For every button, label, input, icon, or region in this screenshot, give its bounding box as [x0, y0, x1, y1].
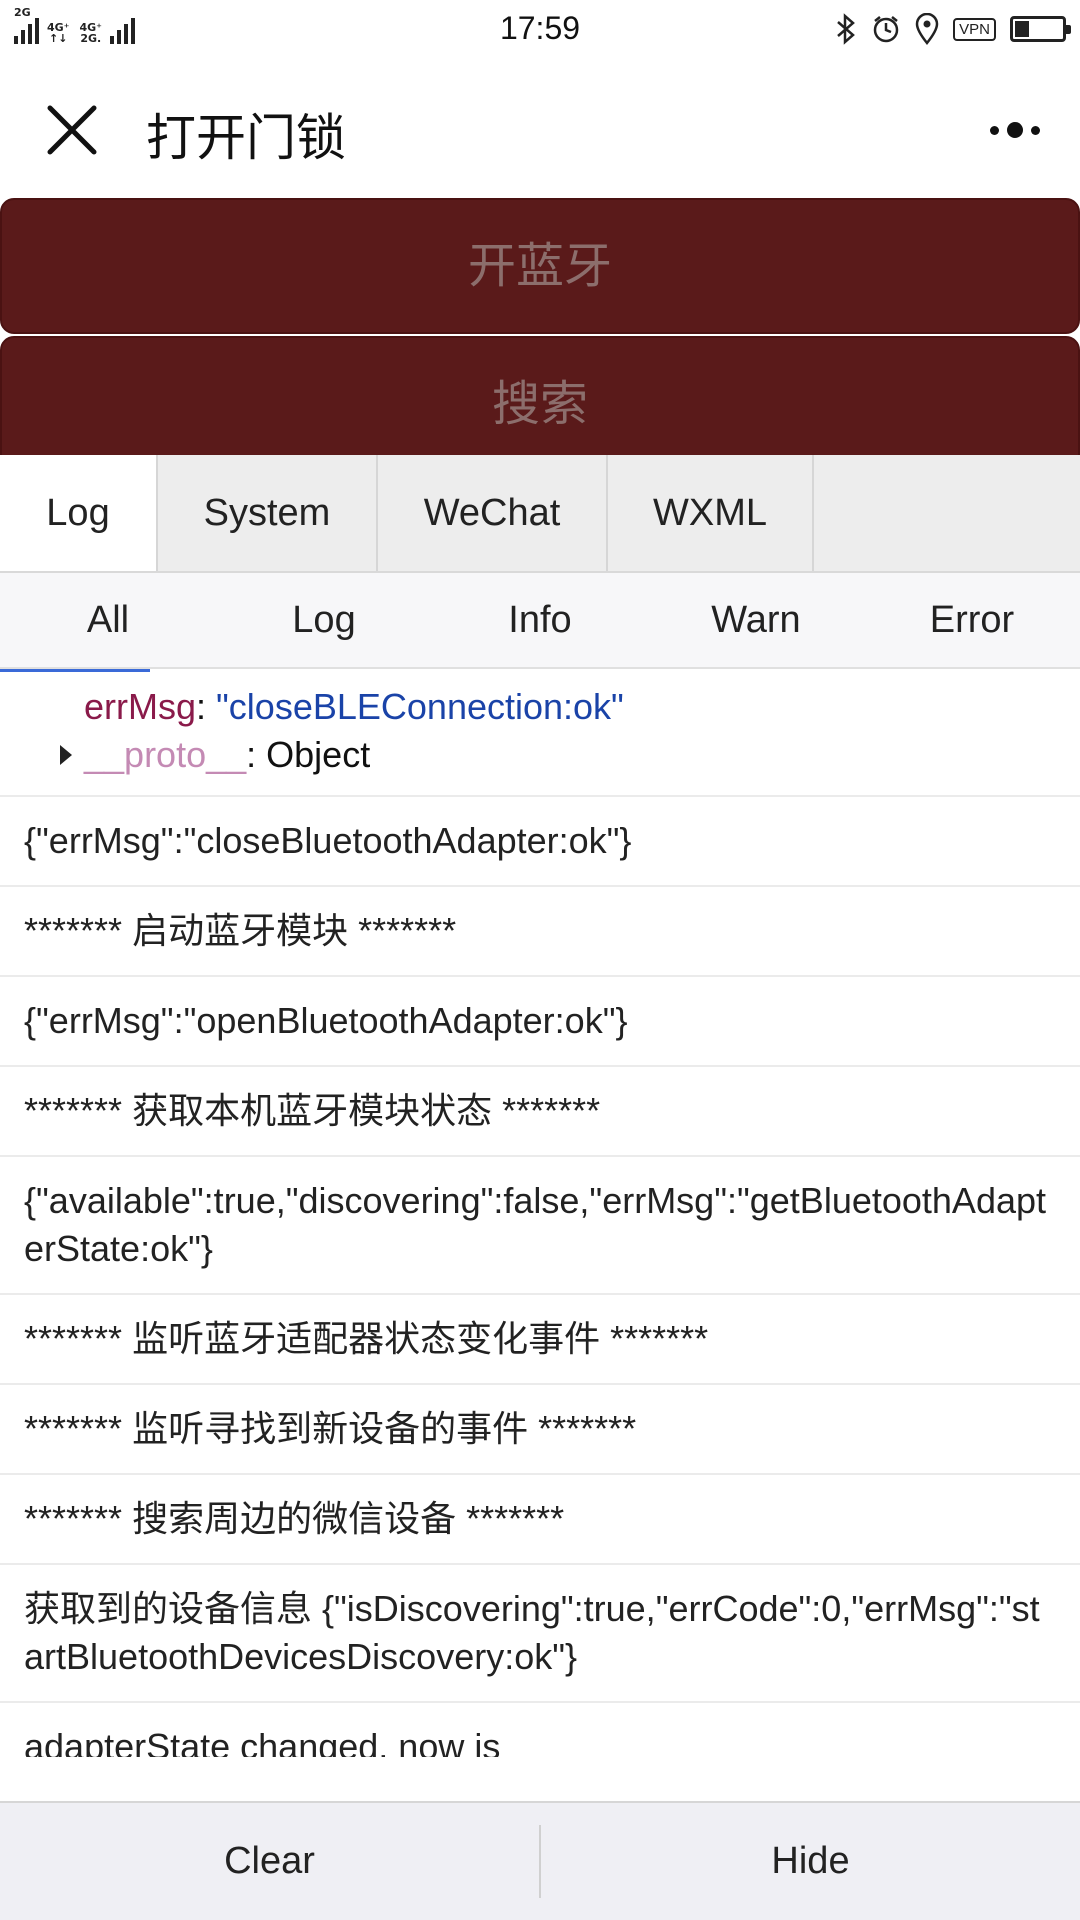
filter-info[interactable]: Info [432, 573, 648, 667]
tab-wechat[interactable]: WeChat [378, 455, 608, 571]
debug-console: Log System WeChat WXML All Log Info Warn… [0, 455, 1080, 1920]
status-bar: 2G 4G⁺ ↑↓ 4G⁺ 2G. 17:59 VPN [0, 0, 1080, 58]
console-footer: Clear Hide [0, 1801, 1080, 1920]
log-level-filter: All Log Info Warn Error [0, 573, 1080, 669]
log-entry[interactable]: ******* 监听蓝牙适配器状态变化事件 ******* [0, 1295, 1080, 1385]
tabbar-filler [814, 455, 1080, 571]
filter-log[interactable]: Log [216, 573, 432, 667]
open-bluetooth-button[interactable]: 开蓝牙 [0, 198, 1080, 334]
object-property-proto[interactable]: __proto__: Object [24, 731, 1056, 779]
location-icon [915, 13, 939, 45]
tab-system[interactable]: System [158, 455, 378, 571]
log-list[interactable]: errMsg: "closeBLEConnection:ok" __proto_… [0, 669, 1080, 1757]
object-property-errmsg: errMsg: "closeBLEConnection:ok" [84, 686, 624, 727]
log-entry[interactable]: 获取到的设备信息 {"isDiscovering":true,"errCode"… [0, 1565, 1080, 1703]
vpn-badge: VPN [953, 17, 996, 41]
log-entry[interactable]: {"available":true,"discovering":false,"e… [0, 1157, 1080, 1295]
page-title: 打开门锁 [146, 109, 346, 167]
log-entry[interactable]: {"errMsg":"closeBluetoothAdapter:ok"} [0, 797, 1080, 887]
console-tabbar: Log System WeChat WXML [0, 455, 1080, 573]
bluetooth-icon [837, 13, 856, 45]
status-icons: VPN [835, 10, 1071, 48]
battery-icon [1010, 16, 1071, 42]
expand-caret-icon[interactable] [60, 745, 72, 765]
log-entry[interactable]: {"errMsg":"openBluetoothAdapter:ok"} [0, 977, 1080, 1067]
close-icon[interactable] [44, 102, 100, 158]
filter-all[interactable]: All [0, 573, 216, 667]
log-entry[interactable]: ******* 监听寻找到新设备的事件 ******* [0, 1385, 1080, 1475]
log-entry[interactable]: ******* 搜索周边的微信设备 ******* [0, 1475, 1080, 1565]
battery-level [1015, 21, 1029, 37]
tab-log[interactable]: Log [0, 455, 158, 571]
alarm-icon [873, 16, 899, 43]
navigation-bar: 打开门锁 [0, 58, 1080, 198]
filter-warn[interactable]: Warn [648, 573, 864, 667]
more-options-icon[interactable] [944, 110, 1040, 150]
tab-wxml[interactable]: WXML [608, 455, 814, 571]
hide-button[interactable]: Hide [541, 1803, 1080, 1920]
log-entry[interactable]: ******* 启动蓝牙模块 ******* [0, 887, 1080, 977]
log-entry[interactable]: ******* 获取本机蓝牙模块状态 ******* [0, 1067, 1080, 1157]
filter-error[interactable]: Error [864, 573, 1080, 667]
log-entry[interactable]: adapterState changed, now is [0, 1703, 1080, 1757]
clear-button[interactable]: Clear [0, 1803, 539, 1920]
log-object-entry[interactable]: errMsg: "closeBLEConnection:ok" __proto_… [0, 669, 1080, 795]
clipped-line [24, 669, 1056, 683]
